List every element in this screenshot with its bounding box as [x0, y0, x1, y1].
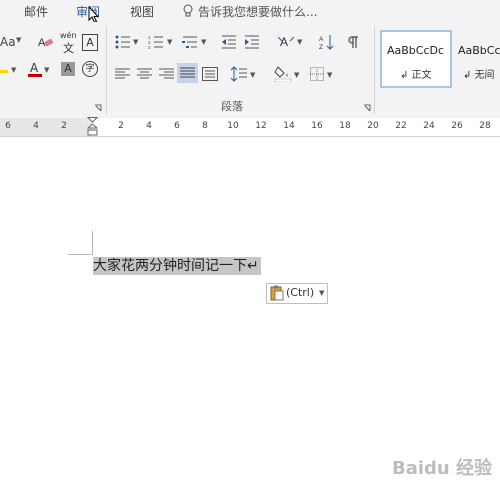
align-left-icon[interactable] [115, 68, 130, 80]
selected-text[interactable]: 大家花两分钟时间记一下↵ [93, 257, 261, 275]
chevron-down-icon[interactable]: ▼ [16, 36, 21, 44]
dialog-launcher-icon[interactable] [363, 104, 371, 112]
ruler-label: 10 [227, 121, 239, 131]
chevron-down-icon[interactable]: ▼ [250, 71, 255, 79]
numbering-icon[interactable]: 1 2 3 [148, 35, 164, 49]
justify-icon [180, 67, 195, 78]
ruler-label: 4 [146, 121, 152, 131]
tab-mail[interactable]: 邮件 [24, 3, 48, 20]
multilevel-list-icon[interactable] [182, 35, 198, 49]
character-shading-button[interactable]: A [61, 62, 75, 76]
enclose-characters-button[interactable]: 字 [82, 61, 98, 77]
tab-view[interactable]: 视图 [130, 3, 154, 20]
phonetic-guide-button[interactable]: wén 文 [60, 31, 78, 55]
ruler-label: 24 [423, 121, 435, 131]
margin-corner-horizontal [68, 254, 93, 255]
chevron-down-icon[interactable]: ▼ [11, 66, 16, 74]
paragraph-group: ▼ 1 2 3 ▼ ▼ A ▼ A Z ▼ ▼ ▼ 段落 [107, 22, 373, 118]
phonetic-bottom: 文 [63, 42, 74, 55]
group-divider [374, 26, 375, 114]
chinese-layout-icon[interactable]: A [278, 34, 296, 50]
ruler-label: 4 [33, 121, 39, 131]
ruler-label: 18 [339, 121, 351, 131]
margin-corner-vertical [92, 231, 93, 255]
chevron-down-icon[interactable]: ▼ [297, 38, 302, 46]
clipboard-icon [270, 285, 284, 301]
style-normal[interactable]: AaBbCcDc ↲ 正文 [380, 30, 452, 88]
svg-text:A: A [319, 36, 324, 43]
chevron-down-icon: ▼ [319, 289, 325, 297]
style-name: ↲ 正文 [400, 70, 432, 81]
ribbon: Aa ▼ A wén 文 A ▼ A ▼ A 字 ▼ 1 2 3 ▼ ▼ A ▼… [0, 22, 500, 119]
borders-icon[interactable] [310, 67, 324, 81]
change-case-button[interactable]: Aa [0, 33, 16, 51]
font-group: Aa ▼ A wén 文 A ▼ A ▼ A 字 [0, 22, 106, 118]
chevron-down-icon[interactable]: ▼ [44, 66, 49, 74]
horizontal-ruler[interactable]: 6 4 2 2 4 6 8 10 12 14 16 18 20 22 24 26 28 [0, 117, 500, 137]
style-sample: AaBbCcDc [387, 44, 445, 57]
chevron-down-icon[interactable]: ▼ [294, 71, 299, 79]
document-page[interactable] [0, 137, 500, 500]
chevron-down-icon[interactable]: ▼ [167, 38, 172, 46]
indent-marker-icon[interactable] [87, 117, 98, 137]
character-border-button[interactable]: A [82, 34, 98, 51]
style-sample: AaBbCcDc [458, 44, 500, 57]
font-color-bar [28, 74, 42, 77]
dialog-launcher-icon[interactable] [94, 104, 102, 112]
justify-button[interactable] [177, 63, 198, 83]
svg-text:3: 3 [148, 45, 151, 49]
chevron-down-icon[interactable]: ▼ [133, 38, 138, 46]
ruler-label: 16 [311, 121, 323, 131]
paragraph-group-label: 段落 [221, 100, 243, 113]
ruler-label: 6 [174, 121, 180, 131]
ruler-label: 12 [255, 121, 267, 131]
font-color-button[interactable]: A [28, 61, 42, 78]
increase-indent-icon[interactable] [244, 35, 260, 49]
watermark-logo: Baidu 经验 [392, 458, 493, 479]
ruler-label: 28 [479, 121, 491, 131]
highlight-color-bar [0, 70, 8, 73]
clear-formatting-icon[interactable]: A [38, 35, 54, 49]
font-color-char: A [30, 61, 39, 75]
ribbon-tab-bar: 邮件 审阅 视图 告诉我您想要做什么... [0, 0, 500, 24]
decrease-indent-icon[interactable] [221, 35, 237, 49]
phonetic-top: wén [60, 31, 77, 40]
distributed-icon[interactable] [202, 67, 218, 81]
ruler-label: 2 [118, 121, 124, 131]
ruler-label: 26 [451, 121, 463, 131]
show-paragraph-marks-icon[interactable] [347, 35, 361, 49]
style-no-spacing[interactable]: AaBbCcDc ↲ 无间 [452, 30, 500, 86]
svg-text:Z: Z [319, 44, 323, 50]
lightbulb-icon [183, 4, 193, 17]
ruler-label: 20 [367, 121, 379, 131]
tell-me-search[interactable]: 告诉我您想要做什么... [198, 3, 317, 20]
paragraph-shading-icon[interactable] [274, 65, 292, 82]
paste-options-label: (Ctrl) [286, 286, 315, 299]
line-spacing-icon[interactable] [231, 66, 247, 82]
ruler-label: 8 [202, 121, 208, 131]
ruler-label: 6 [5, 121, 11, 131]
align-right-icon[interactable] [159, 68, 174, 80]
sort-icon[interactable]: A Z [319, 34, 335, 50]
chevron-down-icon[interactable]: ▼ [327, 71, 332, 79]
chevron-down-icon[interactable]: ▼ [201, 38, 206, 46]
align-center-icon[interactable] [137, 68, 152, 80]
svg-text:A: A [280, 35, 288, 49]
paste-options-button[interactable]: (Ctrl) ▼ [266, 283, 328, 304]
ruler-label: 22 [395, 121, 407, 131]
ruler-label: 14 [283, 121, 295, 131]
style-name: ↲ 无间 [463, 70, 495, 81]
ruler-label: 2 [61, 121, 67, 131]
bullets-icon[interactable] [115, 35, 131, 49]
